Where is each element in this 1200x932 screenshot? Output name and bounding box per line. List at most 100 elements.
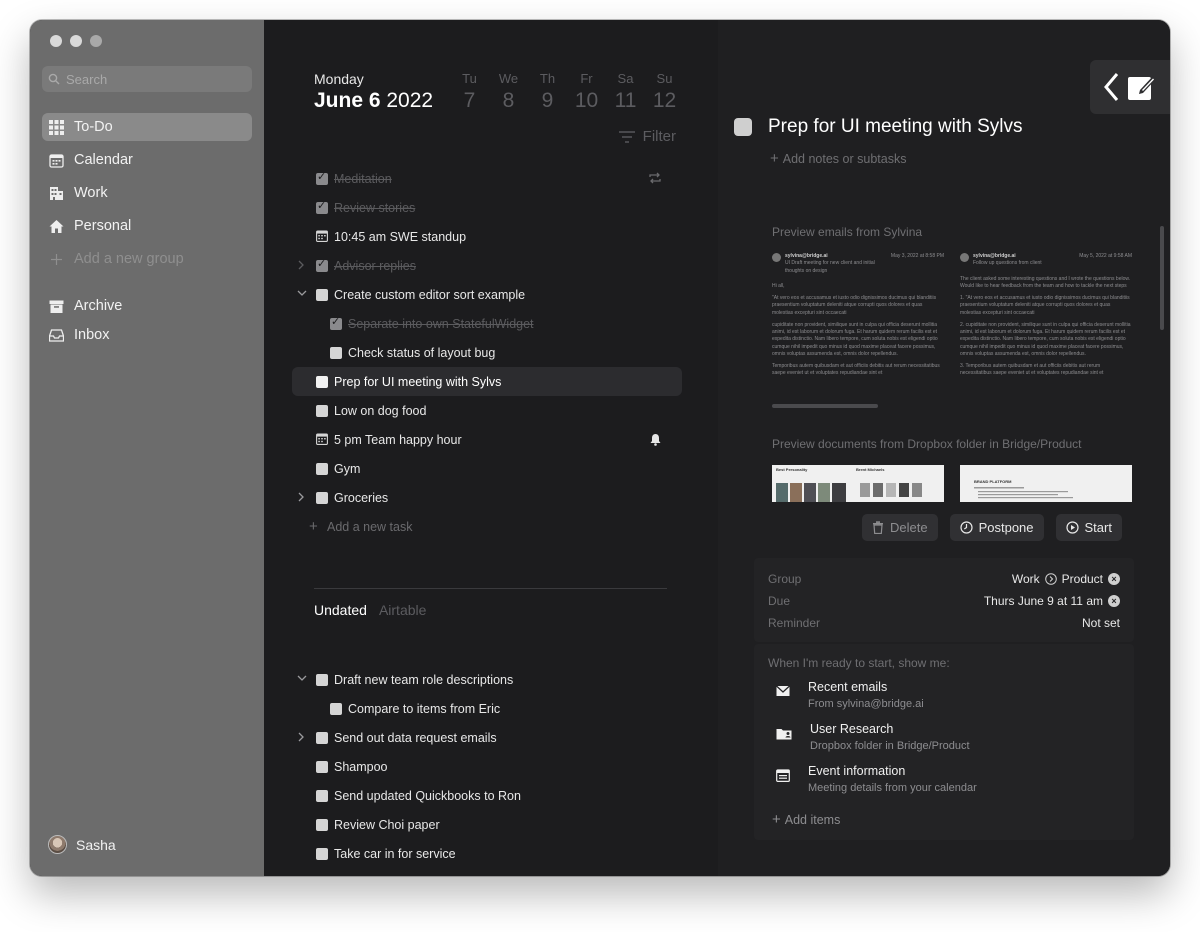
task-checkbox[interactable] bbox=[316, 199, 328, 214]
chevron-down-icon[interactable] bbox=[297, 289, 307, 297]
email-list-text: Temporibus autem quibusdam et aut offici… bbox=[960, 363, 1104, 377]
task-row[interactable]: Review stories bbox=[292, 193, 682, 222]
task-row[interactable]: Draft new team role descriptions bbox=[292, 665, 682, 694]
task-checkbox[interactable] bbox=[330, 347, 342, 359]
add-items-button[interactable]: + Add items bbox=[772, 811, 840, 828]
task-row[interactable]: Low on dog food bbox=[292, 396, 682, 425]
sidebar-item-calendar[interactable]: Calendar bbox=[42, 146, 252, 174]
email-scrollbar[interactable] bbox=[772, 404, 878, 408]
task-label: Review Choi paper bbox=[334, 818, 440, 832]
task-row[interactable]: Review Choi paper bbox=[292, 810, 682, 839]
reminder-value[interactable]: Not set bbox=[1082, 616, 1120, 630]
task-checkbox[interactable] bbox=[316, 732, 328, 744]
add-notes-button[interactable]: + Add notes or subtasks bbox=[770, 150, 906, 167]
task-row[interactable]: Gym bbox=[292, 454, 682, 483]
task-row[interactable]: Meditation bbox=[292, 164, 682, 193]
task-checkbox[interactable] bbox=[316, 492, 328, 504]
window-controls bbox=[50, 35, 102, 47]
task-label: Send updated Quickbooks to Ron bbox=[334, 789, 521, 803]
subtask-row[interactable]: Check status of layout bug bbox=[292, 338, 682, 367]
task-row[interactable]: Groceries bbox=[292, 483, 682, 512]
back-chevron-icon[interactable] bbox=[1103, 72, 1119, 102]
search-box[interactable] bbox=[42, 66, 252, 92]
email-preview-card[interactable]: sylvina@bridge.ai UI Draft meeting for n… bbox=[772, 253, 944, 395]
minimize-window-button[interactable] bbox=[70, 35, 82, 47]
task-row-selected[interactable]: Prep for UI meeting with Sylvs bbox=[292, 367, 682, 396]
subgroup-name: Product bbox=[1061, 572, 1103, 586]
subtask-row[interactable]: Separate into own StatefulWidget bbox=[292, 309, 682, 338]
tab-airtable[interactable]: Airtable bbox=[379, 602, 426, 618]
sidebar-item-work[interactable]: Work bbox=[42, 179, 252, 207]
chevron-right-icon[interactable] bbox=[297, 492, 305, 502]
context-item-event[interactable]: Event information Meeting details from yo… bbox=[776, 764, 977, 794]
task-checkbox[interactable] bbox=[330, 315, 342, 330]
task-checkbox[interactable] bbox=[316, 170, 328, 185]
detail-scrollbar[interactable] bbox=[1160, 226, 1164, 330]
detail-task-checkbox[interactable] bbox=[734, 118, 752, 136]
task-checkbox[interactable] bbox=[316, 463, 328, 475]
task-checkbox[interactable] bbox=[316, 376, 328, 388]
postpone-button[interactable]: Postpone bbox=[949, 514, 1044, 541]
sidebar-item-inbox[interactable]: Inbox bbox=[42, 321, 252, 349]
user-profile[interactable]: Sasha bbox=[48, 835, 116, 854]
task-row[interactable]: Take car in for service bbox=[292, 839, 682, 868]
add-group-button[interactable]: Add a new group bbox=[42, 245, 252, 273]
delete-button[interactable]: Delete bbox=[862, 514, 938, 541]
clear-due-icon[interactable]: × bbox=[1108, 595, 1120, 607]
task-checkbox[interactable] bbox=[330, 703, 342, 715]
detail-title[interactable]: Prep for UI meeting with Sylvs bbox=[768, 116, 1022, 138]
due-value[interactable]: Thurs June 9 at 11 am × bbox=[984, 594, 1120, 608]
documents-section-label: Preview documents from Dropbox folder in… bbox=[772, 437, 1082, 451]
context-item-research[interactable]: User Research Dropbox folder in Bridge/Pr… bbox=[776, 722, 970, 752]
task-checkbox[interactable] bbox=[316, 790, 328, 802]
task-checkbox[interactable] bbox=[316, 289, 328, 301]
document-preview-card[interactable]: Best Personality Brent Michaels bbox=[772, 465, 944, 502]
email-preview-card[interactable]: sylvina@bridge.ai Follow up questions fr… bbox=[960, 253, 1132, 395]
task-checkbox[interactable] bbox=[316, 405, 328, 417]
task-label: Take car in for service bbox=[334, 847, 456, 861]
document-preview-card[interactable]: BRAND PLATFORM bbox=[960, 465, 1132, 502]
task-checkbox[interactable] bbox=[316, 819, 328, 831]
zoom-window-button[interactable] bbox=[90, 35, 102, 47]
task-row[interactable]: Create custom editor sort example bbox=[292, 280, 682, 309]
sidebar-item-personal[interactable]: Personal bbox=[42, 212, 252, 240]
week-day[interactable]: Th 9 bbox=[528, 71, 567, 113]
clear-group-icon[interactable]: × bbox=[1108, 573, 1120, 585]
task-checkbox[interactable] bbox=[316, 674, 328, 686]
bell-icon[interactable] bbox=[649, 433, 662, 446]
task-row-event[interactable]: 10:45 am SWE standup bbox=[292, 222, 682, 251]
due-label: Due bbox=[768, 594, 791, 608]
start-context-label: When I'm ready to start, show me: bbox=[768, 656, 950, 670]
chevron-right-icon[interactable] bbox=[297, 260, 305, 270]
subtask-row[interactable]: Compare to items from Eric bbox=[292, 694, 682, 723]
chevron-down-icon[interactable] bbox=[297, 674, 307, 682]
filter-button[interactable]: Filter bbox=[618, 128, 676, 145]
task-row[interactable]: Shampoo bbox=[292, 752, 682, 781]
task-row-event[interactable]: 5 pm Team happy hour bbox=[292, 425, 682, 454]
task-checkbox[interactable] bbox=[316, 848, 328, 860]
week-day[interactable]: Su 12 bbox=[645, 71, 684, 113]
task-label: Prep for UI meeting with Sylvs bbox=[334, 375, 502, 389]
sidebar-item-todo[interactable]: To-Do bbox=[42, 113, 252, 141]
tab-undated[interactable]: Undated bbox=[314, 602, 367, 618]
add-task-button[interactable]: + Add a new task bbox=[292, 512, 682, 541]
close-window-button[interactable] bbox=[50, 35, 62, 47]
week-day[interactable]: We 8 bbox=[489, 71, 528, 113]
compose-icon[interactable] bbox=[1127, 72, 1157, 102]
task-checkbox[interactable] bbox=[316, 257, 328, 272]
task-checkbox[interactable] bbox=[316, 761, 328, 773]
start-button[interactable]: Start bbox=[1055, 514, 1122, 541]
week-day[interactable]: Tu 7 bbox=[450, 71, 489, 113]
task-label: Separate into own StatefulWidget bbox=[348, 317, 534, 331]
context-item-emails[interactable]: Recent emails From sylvina@bridge.ai bbox=[776, 680, 924, 710]
week-day[interactable]: Fr 10 bbox=[567, 71, 606, 113]
task-row[interactable]: Send out data request emails bbox=[292, 723, 682, 752]
task-row[interactable]: Send updated Quickbooks to Ron bbox=[292, 781, 682, 810]
chevron-right-icon[interactable] bbox=[297, 732, 305, 742]
group-value[interactable]: Work Product × bbox=[1012, 572, 1120, 586]
task-row[interactable]: Advisor replies bbox=[292, 251, 682, 280]
search-input[interactable] bbox=[66, 71, 236, 87]
week-day[interactable]: Sa 11 bbox=[606, 71, 645, 113]
sidebar-item-archive[interactable]: Archive bbox=[42, 292, 252, 320]
task-label: 10:45 am SWE standup bbox=[334, 230, 467, 244]
